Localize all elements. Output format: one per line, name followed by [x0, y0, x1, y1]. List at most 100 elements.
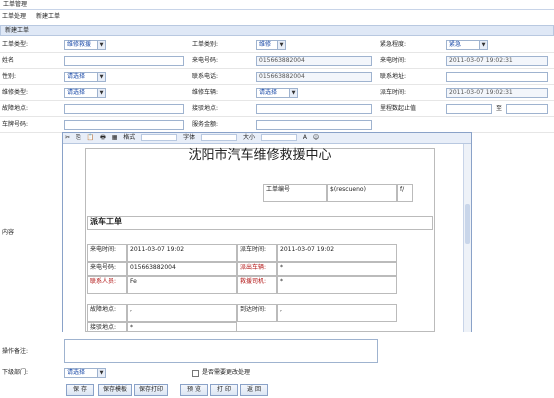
scrollbar-thumb[interactable] [465, 204, 470, 244]
chevron-down-icon: ▼ [97, 73, 105, 81]
ticket-type-select[interactable]: 维修救援 ▼ [64, 40, 106, 50]
doc-call-time-value: 2011-03-07 19:02 [127, 244, 237, 262]
repair-type-select[interactable]: 请选择 ▼ [64, 88, 106, 98]
content-label: 内容 [2, 229, 15, 236]
gender-select[interactable]: 请选择 ▼ [64, 72, 106, 82]
ticket-no-value-cell: $(rescueno) [327, 184, 397, 202]
form-row-5: 故障地点: 接驳地点: 里程数起止值 至 [0, 102, 554, 117]
document-title: 沈阳市汽车维修救援中心 [188, 148, 332, 163]
amount-label: 服务金额: [192, 121, 219, 128]
editor-document[interactable]: 沈阳市汽车维修救援中心 工单编号 $(rescueno) f/ 派车工单 来电时… [63, 144, 463, 332]
caller-number-input[interactable]: 015663882004 [256, 56, 372, 66]
doc-call-time-label: 来电时间: [87, 244, 127, 262]
next-dept-select[interactable]: 请选择 ▼ [64, 368, 106, 378]
priority-label: 紧急程度: [380, 41, 407, 48]
pickup-location-input[interactable] [256, 104, 372, 114]
fault-location-label: 故障地点: [2, 105, 29, 112]
doc-mechanic-value: * [277, 276, 397, 294]
editor-toolbar: ✂ ⎘ 📋 🖶 ▦ 格式 字体 大小 A ☺ [63, 133, 471, 144]
call-time-label: 来电时间: [380, 57, 407, 64]
doc-mechanic-label: 救援司机: [237, 276, 277, 294]
form-row-1: 工单类型: 维修救援 ▼ 工单类别: 维修 ▼ 紧急程度: 紧急 ▼ [0, 38, 554, 53]
dispatch-time-label: 派车时间: [380, 89, 407, 96]
amount-input[interactable] [256, 120, 372, 130]
save-template-button[interactable]: 保存模板 [98, 384, 132, 396]
notes-textarea[interactable] [64, 339, 378, 363]
section-title-cell: 派车工单 [87, 216, 433, 230]
ticket-no-label-cell: 工单编号 [263, 184, 327, 202]
doc-dispatch-time-label: 派车时间: [237, 244, 277, 262]
plate-input[interactable] [64, 120, 184, 130]
tab-ticket-processing[interactable]: 工单处理 [2, 13, 26, 20]
dispatch-time-input[interactable]: 2011-03-07 19:02:31 [446, 88, 548, 98]
tab-new-ticket[interactable]: 新建工单 [36, 13, 60, 20]
form-row-3: 性别: 请选择 ▼ 联系电话: 015663882004 联系地址: [0, 70, 554, 85]
chevron-down-icon: ▼ [277, 41, 285, 49]
doc-vehicle-label: 派出车辆: [237, 262, 277, 276]
repair-type-label: 维修类型: [2, 89, 29, 96]
chevron-down-icon: ▼ [479, 41, 487, 49]
preview-button[interactable]: 预 览 [180, 384, 208, 396]
table-icon[interactable]: ▦ [112, 134, 118, 141]
mileage-start-input[interactable] [446, 104, 492, 114]
back-button[interactable]: 返 回 [240, 384, 268, 396]
fault-location-input[interactable] [64, 104, 184, 114]
chevron-down-icon: ▼ [97, 369, 105, 377]
size-dropdown[interactable] [260, 134, 297, 141]
ticket-category-label: 工单类别: [192, 41, 219, 48]
format-dropdown[interactable] [141, 134, 178, 141]
doc-arrival-label: 到达时间: [237, 304, 277, 322]
notes-label: 操作备注: [2, 348, 29, 355]
doc-contact-value: Fe [127, 276, 237, 294]
gender-label: 性别: [2, 73, 17, 80]
size-select[interactable]: 大小 [243, 134, 255, 141]
doc-contact-label: 联系人员: [87, 276, 127, 294]
print-icon[interactable]: 🖶 [100, 134, 106, 141]
doc-fault-value: , [127, 304, 237, 322]
vehicle-select[interactable]: 请选择 ▼ [256, 88, 298, 98]
section-header: 新建工单 [0, 25, 554, 36]
smiley-icon[interactable]: ☺ [313, 134, 319, 141]
tab-bar: 工单处理 新建工单 [0, 11, 554, 23]
font-dropdown[interactable] [201, 134, 238, 141]
copy-icon[interactable]: ⎘ [76, 134, 81, 141]
contact-phone-input[interactable]: 015663882004 [256, 72, 372, 82]
pickup-location-label: 接驳地点: [192, 105, 219, 112]
ticket-no-tail-cell: f/ [397, 184, 413, 202]
call-time-input[interactable]: 2011-03-07 19:02:31 [446, 56, 548, 66]
paste-icon[interactable]: 📋 [87, 134, 94, 141]
form-row-2: 姓名 来电号码: 015663882004 来电时间: 2011-03-07 1… [0, 54, 554, 69]
caller-label: 来电号码: [192, 57, 219, 64]
format-select[interactable]: 格式 [123, 134, 135, 141]
address-label: 联系地址: [380, 73, 407, 80]
print-button[interactable]: 打 印 [210, 384, 238, 396]
save-button[interactable]: 保 存 [66, 384, 94, 396]
font-select[interactable]: 字体 [183, 134, 195, 141]
text-color-icon[interactable]: A [303, 134, 307, 141]
name-label: 姓名 [2, 57, 15, 64]
address-input[interactable] [446, 72, 548, 82]
doc-caller-no-label: 来电号码: [87, 262, 127, 276]
change-handling-label: 是否需要更改处理 [202, 369, 251, 376]
doc-pickup-value: * [127, 322, 237, 332]
mileage-end-input[interactable] [506, 104, 548, 114]
cut-icon[interactable]: ✂ [65, 134, 70, 141]
name-input[interactable] [64, 56, 184, 66]
vehicle-label: 维修车辆: [192, 89, 219, 96]
contact-phone-label: 联系电话: [192, 73, 219, 80]
save-print-button[interactable]: 保存打印 [134, 384, 168, 396]
ticket-category-select[interactable]: 维修 ▼ [256, 40, 286, 50]
doc-vehicle-value: * [277, 262, 397, 276]
doc-fault-label: 故障地点: [87, 304, 127, 322]
plate-label: 车牌号码: [2, 121, 29, 128]
doc-caller-no-value: 015663882004 [127, 262, 237, 276]
change-handling-checkbox[interactable] [192, 370, 199, 377]
form-row-6: 车牌号码: 服务金额: [0, 118, 554, 133]
rich-text-editor[interactable]: ✂ ⎘ 📋 🖶 ▦ 格式 字体 大小 A ☺ 沈阳市汽车维修救援中心 工单编号 … [62, 132, 472, 332]
editor-scrollbar[interactable] [463, 144, 471, 332]
chevron-down-icon: ▼ [289, 89, 297, 97]
ticket-type-label: 工单类型: [2, 41, 29, 48]
form-row-4: 维修类型: 请选择 ▼ 维修车辆: 请选择 ▼ 派车时间: 2011-03-07 1… [0, 86, 554, 101]
doc-arrival-value: , [277, 304, 397, 322]
priority-select[interactable]: 紧急 ▼ [446, 40, 488, 50]
